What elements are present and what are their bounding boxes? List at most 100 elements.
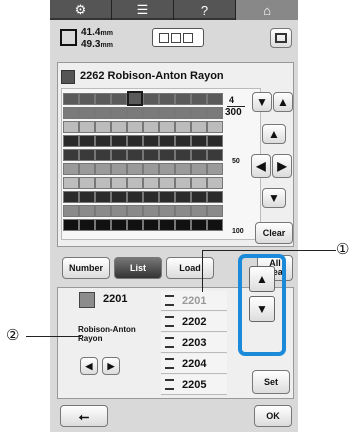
needle-icon[interactable]: ⚙ [50, 0, 112, 20]
palette-swatch[interactable] [159, 191, 175, 203]
palette-swatch[interactable] [79, 121, 95, 133]
brand-next-button[interactable]: ▶ [102, 357, 120, 375]
palette-swatch[interactable] [79, 135, 95, 147]
palette-swatch[interactable] [207, 191, 223, 203]
palette-swatch[interactable] [207, 219, 223, 231]
palette-swatch[interactable] [63, 93, 79, 105]
palette-swatch[interactable] [159, 177, 175, 189]
palette-swatch[interactable] [95, 93, 111, 105]
palette-swatch[interactable] [191, 107, 207, 119]
palette-swatch[interactable] [95, 135, 111, 147]
palette-swatch[interactable] [159, 93, 175, 105]
palette-swatch[interactable] [159, 219, 175, 231]
load-button[interactable]: Load [166, 257, 214, 279]
palette-swatch[interactable] [207, 163, 223, 175]
list-button[interactable]: List [114, 257, 162, 279]
palette-swatch[interactable] [127, 163, 143, 175]
palette-swatch[interactable] [111, 163, 127, 175]
palette-swatch[interactable] [191, 219, 207, 231]
palette-swatch[interactable] [175, 107, 191, 119]
palette-swatch[interactable] [159, 163, 175, 175]
palette-swatch[interactable] [175, 163, 191, 175]
usb-button[interactable]: ⭠ [60, 405, 108, 427]
palette-swatch[interactable] [63, 135, 79, 147]
list-item[interactable]: 2205 [161, 375, 227, 395]
palette-swatch[interactable] [79, 205, 95, 217]
palette-swatch[interactable] [175, 177, 191, 189]
palette-swatch[interactable] [127, 107, 143, 119]
list-item[interactable]: 2203 [161, 333, 227, 353]
palette-swatch[interactable] [79, 191, 95, 203]
palette-swatch[interactable] [111, 149, 127, 161]
palette-swatch[interactable] [191, 135, 207, 147]
palette-swatch[interactable] [63, 219, 79, 231]
palette-swatch[interactable] [63, 191, 79, 203]
palette-swatch[interactable] [175, 205, 191, 217]
page-up-button[interactable]: ▲ [273, 92, 293, 112]
palette-swatch[interactable] [207, 93, 223, 105]
palette-swatch[interactable] [191, 191, 207, 203]
help-icon[interactable]: ? [174, 0, 236, 20]
palette-swatch[interactable] [191, 177, 207, 189]
palette-swatch[interactable] [159, 135, 175, 147]
palette-swatch[interactable] [143, 177, 159, 189]
palette-swatch[interactable] [143, 93, 159, 105]
number-button[interactable]: Number [62, 257, 110, 279]
list-item[interactable]: 2204 [161, 354, 227, 374]
page-icon[interactable]: ☰ [112, 0, 174, 20]
list-down-button[interactable]: ▼ [249, 296, 275, 322]
palette-swatch[interactable] [79, 149, 95, 161]
palette-swatch[interactable] [111, 191, 127, 203]
palette-swatch[interactable] [207, 135, 223, 147]
palette-swatch[interactable] [175, 149, 191, 161]
list-item[interactable]: 2202 [161, 312, 227, 332]
palette-swatch[interactable] [63, 205, 79, 217]
palette-swatch[interactable] [207, 107, 223, 119]
palette-swatch[interactable] [95, 219, 111, 231]
palette-swatch[interactable] [191, 163, 207, 175]
palette-swatch[interactable] [63, 163, 79, 175]
palette-swatch[interactable] [207, 149, 223, 161]
palette-swatch[interactable] [79, 219, 95, 231]
palette-swatch[interactable] [191, 205, 207, 217]
palette-swatch[interactable] [79, 163, 95, 175]
palette-swatch[interactable] [79, 93, 95, 105]
palette-swatch[interactable] [175, 93, 191, 105]
palette-swatch[interactable] [143, 149, 159, 161]
palette-swatch[interactable] [111, 93, 127, 105]
palette-swatch[interactable] [95, 149, 111, 161]
palette-swatch[interactable] [143, 205, 159, 217]
up-arrow-button[interactable]: ▲ [262, 124, 286, 144]
palette-swatch[interactable] [79, 107, 95, 119]
palette-swatch[interactable] [127, 121, 143, 133]
palette-swatch[interactable] [111, 205, 127, 217]
palette-swatch[interactable] [127, 149, 143, 161]
left-arrow-button[interactable]: ◀ [251, 154, 271, 178]
palette-swatch[interactable] [143, 107, 159, 119]
palette-swatch[interactable] [127, 177, 143, 189]
palette-swatch[interactable] [143, 163, 159, 175]
palette-swatch[interactable] [127, 91, 143, 106]
palette-swatch[interactable] [63, 121, 79, 133]
palette-swatch[interactable] [207, 121, 223, 133]
palette-swatch[interactable] [95, 177, 111, 189]
palette-swatch[interactable] [63, 107, 79, 119]
list-item[interactable]: 2201 [161, 291, 227, 311]
palette-swatch[interactable] [191, 93, 207, 105]
palette-swatch[interactable] [63, 177, 79, 189]
palette-swatch[interactable] [175, 135, 191, 147]
palette-swatch[interactable] [111, 121, 127, 133]
palette-swatch[interactable] [207, 205, 223, 217]
palette-swatch[interactable] [175, 219, 191, 231]
palette-swatch[interactable] [127, 205, 143, 217]
palette-swatch[interactable] [143, 191, 159, 203]
set-button[interactable]: Set [252, 370, 290, 394]
palette-swatch[interactable] [143, 135, 159, 147]
ok-button[interactable]: OK [254, 405, 292, 427]
palette-swatch[interactable] [111, 107, 127, 119]
right-arrow-button[interactable]: ▶ [272, 154, 292, 178]
palette-swatch[interactable] [191, 149, 207, 161]
palette-swatch[interactable] [79, 177, 95, 189]
palette-swatch[interactable] [95, 121, 111, 133]
palette-swatch[interactable] [95, 191, 111, 203]
